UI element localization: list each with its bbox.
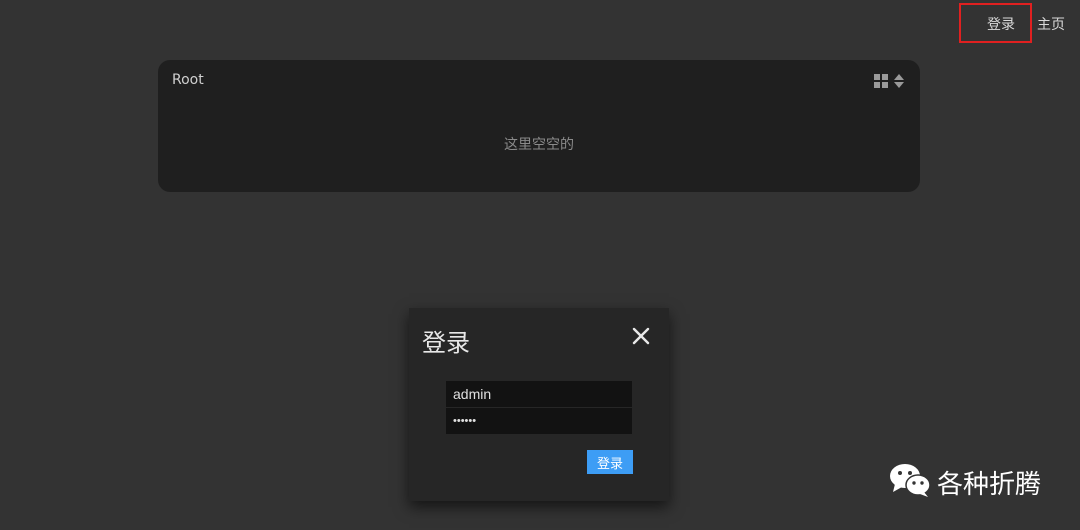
wechat-icon xyxy=(889,462,931,502)
empty-folder-message: 这里空空的 xyxy=(504,137,574,153)
login-modal: 登录 登录 xyxy=(409,308,669,501)
folder-title: Root xyxy=(172,72,204,88)
modal-title: 登录 xyxy=(422,329,470,357)
nav-home-link[interactable]: 主页 xyxy=(1037,14,1065,34)
root-folder-panel: Root 这里空空的 xyxy=(158,60,920,192)
sort-icon[interactable] xyxy=(894,74,904,88)
watermark-text: 各种折腾 xyxy=(937,469,1042,500)
nav-login-link[interactable]: 登录 xyxy=(987,14,1015,34)
panel-tools xyxy=(874,74,904,88)
username-input[interactable] xyxy=(446,381,632,407)
login-submit-button[interactable]: 登录 xyxy=(587,450,633,474)
page: 登录 主页 Root 这里空空的 登录 admin •••••• 登录 各种折腾 xyxy=(0,0,1080,530)
password-input[interactable] xyxy=(446,408,632,434)
watermark: 各种折腾 xyxy=(889,462,1041,502)
close-icon[interactable] xyxy=(631,326,651,346)
grid-view-icon[interactable] xyxy=(874,74,888,88)
